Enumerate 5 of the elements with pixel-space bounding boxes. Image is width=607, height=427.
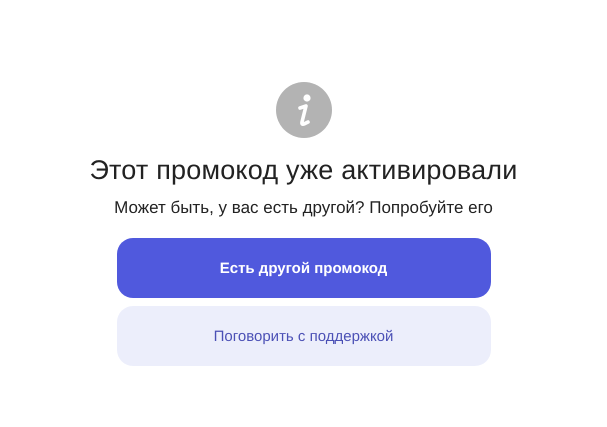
support-button[interactable]: Поговорить с поддержкой (116, 306, 490, 366)
promo-code-button[interactable]: Есть другой промокод (116, 238, 490, 298)
heading: Этот промокод уже активировали (89, 155, 518, 186)
subtitle: Может быть, у вас есть другой? Попробуйте его (114, 198, 493, 218)
info-icon (276, 82, 332, 138)
